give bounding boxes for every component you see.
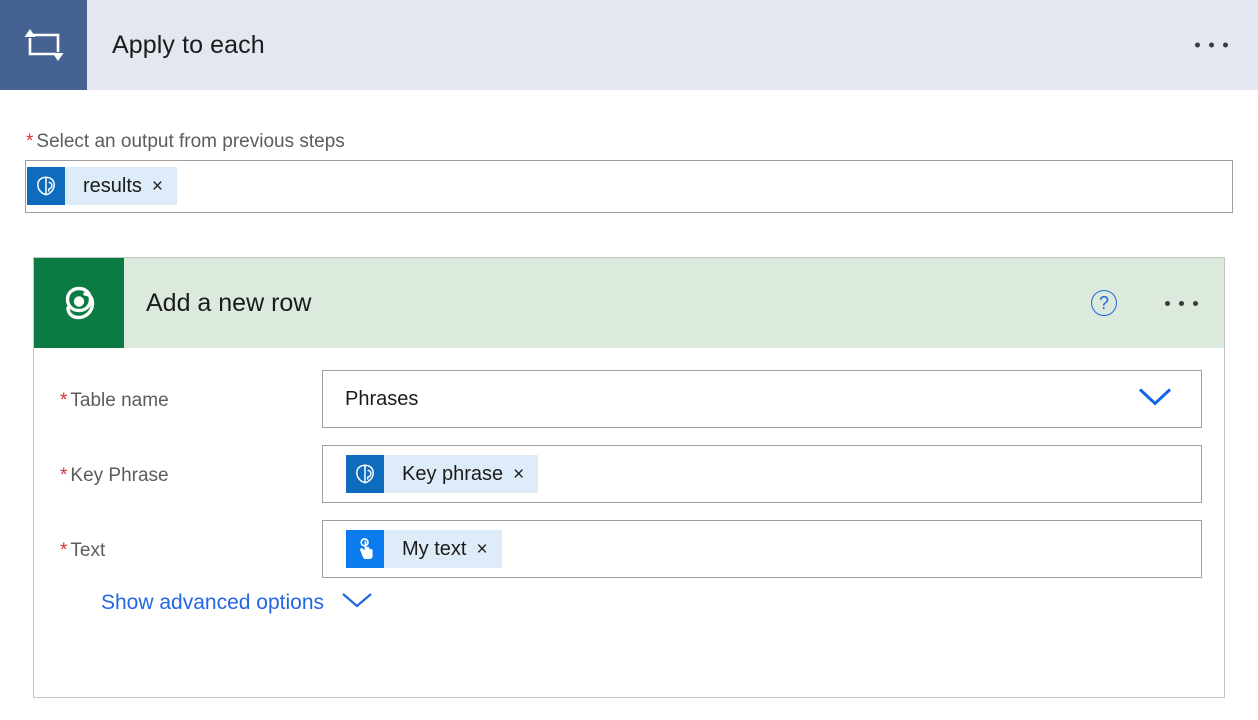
select-output-label-text: Select an output from previous steps — [36, 131, 344, 152]
text-label: *Text — [60, 540, 105, 562]
apply-to-each-title: Apply to each — [87, 31, 265, 60]
ellipsis-dot — [1165, 301, 1170, 306]
manual-trigger-tap-icon — [346, 530, 384, 568]
chevron-down-icon[interactable] — [340, 591, 374, 615]
ellipsis-dot — [1179, 301, 1184, 306]
show-advanced-options-label: Show advanced options — [101, 591, 324, 615]
token-remove-icon[interactable]: × — [509, 465, 538, 484]
token-chip-label: results — [65, 175, 148, 198]
token-chip-my-text[interactable]: My text × — [346, 530, 502, 568]
token-chip-label: Key phrase — [384, 463, 509, 486]
required-asterisk: * — [60, 390, 67, 411]
apply-to-each-menu-ellipsis-icon[interactable] — [1187, 35, 1236, 56]
select-output-input[interactable] — [25, 160, 1233, 213]
select-output-label: *Select an output from previous steps — [26, 131, 345, 153]
key-phrase-label: *Key Phrase — [60, 465, 169, 487]
ellipsis-dot — [1195, 43, 1200, 48]
ellipsis-dot — [1209, 43, 1214, 48]
card-header-actions: ? — [1091, 290, 1206, 316]
show-advanced-options-link[interactable]: Show advanced options — [101, 591, 374, 615]
text-analytics-brain-icon — [27, 167, 65, 205]
dataverse-swirl-icon — [34, 258, 124, 348]
required-asterisk: * — [26, 131, 33, 152]
table-name-label-text: Table name — [70, 390, 168, 411]
add-a-new-row-title: Add a new row — [124, 289, 311, 318]
table-name-dropdown[interactable]: Phrases — [322, 370, 1202, 428]
table-name-value: Phrases — [323, 388, 418, 411]
ellipsis-dot — [1193, 301, 1198, 306]
required-asterisk: * — [60, 540, 67, 561]
add-a-new-row-header[interactable]: Add a new row ? — [34, 258, 1224, 348]
add-a-new-row-menu-ellipsis-icon[interactable] — [1157, 293, 1206, 314]
loop-repeat-icon — [0, 0, 87, 90]
text-analytics-brain-icon — [346, 455, 384, 493]
token-remove-icon[interactable]: × — [472, 540, 501, 559]
question-circle-icon[interactable]: ? — [1091, 290, 1117, 316]
add-a-new-row-card: Add a new row ? *Table name Phrases — [33, 257, 1225, 698]
table-name-label: *Table name — [60, 390, 169, 412]
key-phrase-label-text: Key Phrase — [70, 465, 168, 486]
token-chip-label: My text — [384, 538, 472, 561]
ellipsis-dot — [1223, 43, 1228, 48]
token-chip-key-phrase[interactable]: Key phrase × — [346, 455, 538, 493]
text-label-text: Text — [70, 540, 105, 561]
token-chip-results[interactable]: results × — [27, 167, 177, 205]
field-row-key-phrase: *Key Phrase Key phrase × — [34, 445, 1224, 507]
apply-to-each-header[interactable]: Apply to each — [0, 0, 1258, 90]
field-row-text: *Text My text × — [34, 520, 1224, 582]
token-remove-icon[interactable]: × — [148, 177, 177, 196]
text-input[interactable]: My text × — [322, 520, 1202, 578]
required-asterisk: * — [60, 465, 67, 486]
field-row-table-name: *Table name Phrases — [34, 370, 1224, 432]
chevron-down-icon[interactable] — [1137, 386, 1173, 413]
key-phrase-input[interactable]: Key phrase × — [322, 445, 1202, 503]
